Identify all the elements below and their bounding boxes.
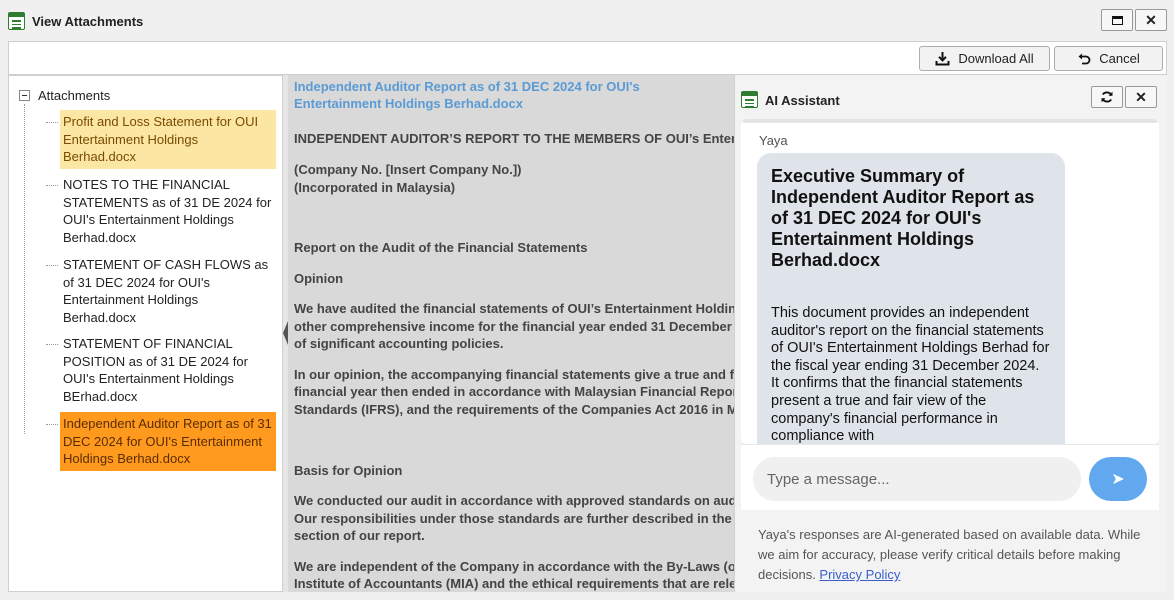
doc-line: In our opinion, the accompanying financi… bbox=[294, 367, 734, 382]
document-list-icon bbox=[8, 12, 25, 30]
doc-line: Basis for Opinion bbox=[294, 463, 403, 478]
maximize-icon bbox=[1111, 15, 1123, 25]
doc-line: INDEPENDENT AUDITOR’S REPORT TO THE MEMB… bbox=[294, 131, 734, 146]
tree-item-label: STATEMENT OF CASH FLOWS as of 31 DEC 202… bbox=[63, 257, 269, 325]
tree-item-label: NOTES TO THE FINANCIAL STATEMENTS as of … bbox=[63, 177, 272, 245]
tree-connector bbox=[24, 104, 25, 434]
tree-item-label: Profit and Loss Statement for OUI Entert… bbox=[63, 114, 259, 164]
doc-line: Opinion bbox=[294, 271, 344, 286]
doc-line: (Incorporated in Malaysia) bbox=[294, 180, 456, 195]
chat-history[interactable]: Yaya Executive Summary of Independent Au… bbox=[741, 119, 1159, 444]
download-all-label: Download All bbox=[958, 51, 1034, 66]
doc-line: We are independent of the Company in acc… bbox=[294, 559, 734, 574]
doc-line: We conducted our audit in accordance wit… bbox=[294, 493, 734, 508]
assistant-message-bubble: Executive Summary of Independent Auditor… bbox=[757, 153, 1065, 444]
send-icon: ➤ bbox=[1111, 471, 1125, 488]
send-button[interactable]: ➤ bbox=[1089, 457, 1147, 501]
close-icon: ✕ bbox=[1145, 11, 1157, 28]
tree-item-financial-position[interactable]: STATEMENT OF FINANCIAL POSITION as of 31… bbox=[46, 332, 276, 408]
download-all-button[interactable]: Download All bbox=[919, 46, 1050, 71]
close-window-button[interactable]: ✕ bbox=[1135, 9, 1167, 31]
window-title: View Attachments bbox=[32, 14, 144, 29]
document-viewer[interactable]: Independent Auditor Report as of 31 DEC … bbox=[288, 75, 734, 592]
message-body: This document provides an independent au… bbox=[771, 305, 1050, 444]
ai-disclaimer: Yaya's responses are AI-generated based … bbox=[741, 511, 1159, 587]
tree-item-label: Independent Auditor Report as of 31 DEC … bbox=[63, 416, 272, 466]
doc-line: (Company No. [Insert Company No.]) bbox=[294, 162, 522, 177]
refresh-button[interactable] bbox=[1091, 86, 1123, 108]
cancel-button[interactable]: Cancel bbox=[1054, 46, 1163, 71]
doc-line: Report on the Audit of the Financial Sta… bbox=[294, 240, 588, 255]
download-icon bbox=[935, 52, 950, 66]
doc-line: Our responsibilities under those standar… bbox=[294, 511, 734, 526]
privacy-policy-link[interactable]: Privacy Policy bbox=[819, 567, 900, 582]
title-bar: View Attachments ✕ bbox=[0, 0, 1174, 42]
tree-item-auditor-report[interactable]: Independent Auditor Report as of 31 DEC … bbox=[46, 412, 276, 471]
maximize-button[interactable] bbox=[1101, 9, 1133, 31]
doc-line: Standards (IFRS), and the requirements o… bbox=[294, 402, 734, 417]
message-input[interactable] bbox=[753, 457, 1081, 501]
doc-line: section of our report. bbox=[294, 528, 425, 543]
attachments-tree: Attachments Profit and Loss Statement fo… bbox=[8, 75, 283, 592]
doc-line: financial year then ended in accordance … bbox=[294, 384, 734, 399]
message-sender: Yaya bbox=[759, 133, 788, 148]
message-composer: ➤ bbox=[741, 444, 1159, 510]
assistant-icon bbox=[741, 91, 758, 108]
close-assistant-button[interactable]: ✕ bbox=[1125, 86, 1157, 108]
document-title: Independent Auditor Report as of 31 DEC … bbox=[294, 79, 640, 111]
collapse-icon[interactable] bbox=[19, 90, 30, 101]
ai-assistant-title: AI Assistant bbox=[765, 93, 840, 108]
toolbar: Download All Cancel bbox=[8, 41, 1167, 75]
doc-line: of significant accounting policies. bbox=[294, 336, 504, 351]
tree-item-notes[interactable]: NOTES TO THE FINANCIAL STATEMENTS as of … bbox=[46, 173, 276, 249]
tree-item-cash-flows[interactable]: STATEMENT OF CASH FLOWS as of 31 DEC 202… bbox=[46, 253, 276, 329]
tree-item-label: STATEMENT OF FINANCIAL POSITION as of 31… bbox=[63, 336, 248, 404]
ai-assistant-panel: AI Assistant ✕ Yaya Executive Summary of… bbox=[734, 75, 1167, 592]
tree-item-profit-loss[interactable]: Profit and Loss Statement for OUI Entert… bbox=[46, 110, 276, 169]
ai-assistant-header: AI Assistant ✕ bbox=[735, 75, 1168, 117]
tree-root-label: Attachments bbox=[38, 88, 111, 103]
message-heading: Executive Summary of Independent Auditor… bbox=[771, 166, 1035, 270]
close-icon: ✕ bbox=[1135, 88, 1147, 105]
tree-root-attachments[interactable]: Attachments bbox=[19, 88, 110, 103]
doc-line: other comprehensive income for the finan… bbox=[294, 319, 734, 334]
refresh-icon bbox=[1101, 91, 1113, 103]
cancel-label: Cancel bbox=[1099, 51, 1140, 66]
undo-icon bbox=[1078, 53, 1091, 64]
doc-line: Institute of Accountants (MIA) and the e… bbox=[294, 576, 734, 591]
doc-line: We have audited the financial statements… bbox=[294, 301, 734, 316]
disclaimer-text: Yaya's responses are AI-generated based … bbox=[758, 527, 1141, 582]
